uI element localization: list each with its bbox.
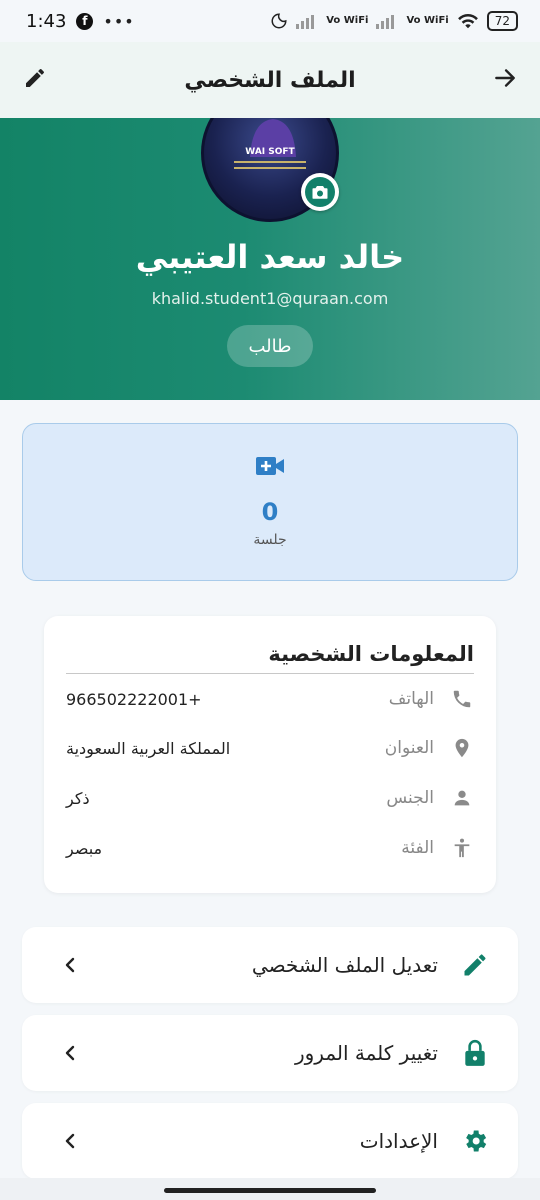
sessions-card[interactable]: 0 جلسة	[22, 423, 518, 581]
profile-header: WAI SOFT خالد سعد العتيبي khalid.student…	[0, 118, 540, 400]
info-row-gender: ذكر الجنس	[66, 783, 474, 813]
status-bar: 1:43 f ••• Vo WiFi Vo WiFi 72	[0, 0, 540, 42]
sessions-count: 0	[261, 498, 279, 526]
edit-profile-label: تعديل الملف الشخصي	[251, 953, 438, 977]
user-name: خالد سعد العتيبي	[135, 238, 405, 276]
camera-icon	[305, 177, 335, 207]
category-value: مبصر	[66, 838, 103, 858]
edit-profile-menu-item[interactable]: تعديل الملف الشخصي	[22, 927, 518, 1003]
status-right: Vo WiFi Vo WiFi 72	[270, 11, 518, 31]
avatar-decoration	[234, 161, 306, 163]
gender-label: الجنس	[386, 788, 434, 808]
change-photo-button[interactable]	[301, 173, 339, 211]
category-label: الفئة	[401, 838, 434, 858]
back-button[interactable]	[490, 65, 520, 95]
avatar-brand-text: WAI SOFT	[245, 147, 295, 157]
divider	[66, 673, 474, 674]
phone-label: الهاتف	[388, 689, 434, 709]
battery-indicator: 72	[486, 11, 518, 31]
settings-menu-item[interactable]: الإعدادات	[22, 1103, 518, 1179]
info-row-phone: 966502222001+ الهاتف	[66, 684, 474, 714]
more-notifications-icon: •••	[103, 11, 135, 31]
personal-info-card: المعلومات الشخصية 966502222001+ الهاتف ا…	[44, 616, 496, 893]
phone-value: 966502222001+	[66, 689, 202, 709]
personal-info-title: المعلومات الشخصية	[268, 642, 474, 666]
volte-wifi-label-2: Vo WiFi	[406, 15, 449, 26]
change-password-menu-item[interactable]: تغيير كلمة المرور	[22, 1015, 518, 1091]
signal-icon-2	[376, 13, 398, 29]
video-call-icon	[255, 454, 285, 478]
pencil-icon	[23, 66, 47, 94]
gear-icon	[460, 1126, 490, 1156]
chevron-left-icon	[62, 1133, 78, 1149]
change-password-label: تغيير كلمة المرور	[294, 1041, 438, 1065]
volte-wifi-label: Vo WiFi	[326, 15, 369, 26]
phone-icon	[450, 687, 474, 711]
edit-button[interactable]	[20, 65, 50, 95]
status-time: 1:43	[26, 10, 67, 32]
chevron-left-icon	[62, 1045, 78, 1061]
wifi-icon	[457, 12, 479, 30]
chevron-left-icon	[62, 957, 78, 973]
arrow-right-icon	[492, 65, 518, 95]
settings-label: الإعدادات	[359, 1129, 438, 1153]
page-title: الملف الشخصي	[184, 67, 356, 93]
user-email: khalid.student1@quraan.com	[151, 289, 389, 308]
status-left: 1:43 f •••	[26, 11, 135, 32]
lock-icon	[460, 1038, 490, 1068]
address-value: المملكة العربية السعودية	[66, 738, 231, 758]
facebook-icon: f	[76, 12, 94, 30]
accessibility-icon	[450, 836, 474, 860]
address-label: العنوان	[384, 738, 434, 758]
location-pin-icon	[450, 736, 474, 760]
info-row-address: المملكة العربية السعودية العنوان	[66, 733, 474, 763]
moon-icon	[270, 12, 288, 30]
person-icon	[450, 786, 474, 810]
sessions-label: جلسة	[253, 532, 287, 548]
gender-value: ذكر	[66, 788, 90, 808]
role-badge: طالب	[227, 325, 313, 367]
pencil-icon	[460, 950, 490, 980]
app-bar: الملف الشخصي	[0, 42, 540, 118]
home-indicator[interactable]	[164, 1188, 376, 1193]
signal-icon	[296, 13, 318, 29]
info-row-category: مبصر الفئة	[66, 833, 474, 863]
